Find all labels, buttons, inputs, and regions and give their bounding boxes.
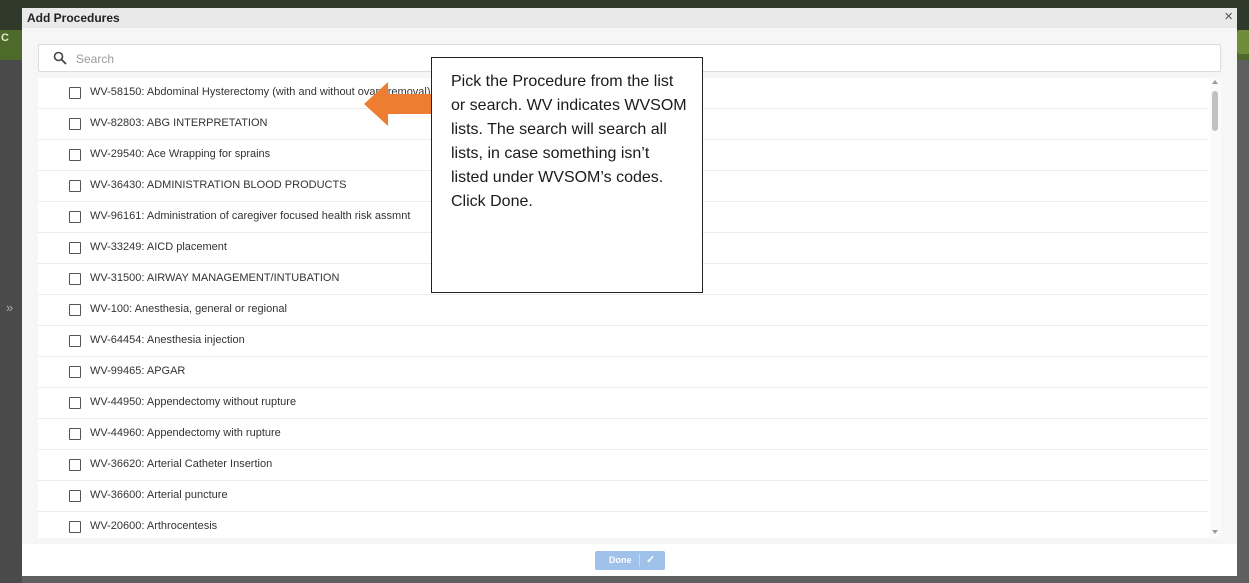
done-label: Done	[609, 555, 632, 565]
procedure-label: WV-99465: APGAR	[90, 365, 186, 377]
done-divider	[639, 554, 640, 567]
scroll-thumb[interactable]	[1212, 91, 1218, 131]
list-item[interactable]: WV-44950: Appendectomy without rupture	[38, 388, 1208, 419]
procedure-label: WV-33249: AICD placement	[90, 241, 227, 253]
dialog-title: Add Procedures	[27, 11, 120, 25]
checkbox[interactable]	[69, 335, 81, 347]
checkbox[interactable]	[69, 273, 81, 285]
app-sidebar	[0, 60, 22, 583]
done-button[interactable]: Done ✓	[595, 551, 665, 570]
procedure-label: WV-36620: Arterial Catheter Insertion	[90, 458, 273, 470]
checkbox[interactable]	[69, 428, 81, 440]
checkbox[interactable]	[69, 180, 81, 192]
procedure-label: WV-44950: Appendectomy without rupture	[90, 396, 297, 408]
annotation-text: Pick the Procedure from the list or sear…	[451, 73, 687, 210]
scroll-down-arrow-icon[interactable]	[1212, 530, 1218, 534]
checkbox[interactable]	[69, 242, 81, 254]
procedure-label: WV-64454: Anesthesia injection	[90, 334, 245, 346]
procedure-label: WV-36430: ADMINISTRATION BLOOD PRODUCTS	[90, 179, 347, 191]
procedure-label: WV-100: Anesthesia, general or regional	[90, 303, 287, 315]
procedure-label: WV-20600: Arthrocentesis	[90, 520, 218, 532]
procedure-label: WV-36600: Arterial puncture	[90, 489, 228, 501]
checkbox[interactable]	[69, 490, 81, 502]
procedure-label: WV-29540: Ace Wrapping for sprains	[90, 148, 271, 160]
list-item[interactable]: WV-99465: APGAR	[38, 357, 1208, 388]
checkbox[interactable]	[69, 397, 81, 409]
list-item[interactable]: WV-100: Anesthesia, general or regional	[38, 295, 1208, 326]
dialog-header: Add Procedures ×	[22, 8, 1237, 28]
checkbox[interactable]	[69, 118, 81, 130]
list-item[interactable]: WV-36600: Arterial puncture	[38, 481, 1208, 512]
checkmark-icon: ✓	[646, 554, 656, 566]
annotation-arrow	[364, 82, 432, 126]
procedure-label: WV-31500: AIRWAY MANAGEMENT/INTUBATION	[90, 272, 340, 284]
double-chevron-right-icon[interactable]: »	[6, 300, 13, 315]
procedure-label: WV-44960: Appendectomy with rupture	[90, 427, 281, 439]
checkbox[interactable]	[69, 304, 81, 316]
checkbox[interactable]	[69, 149, 81, 161]
annotation-callout: Pick the Procedure from the list or sear…	[431, 57, 703, 293]
list-item[interactable]: WV-36620: Arterial Catheter Insertion	[38, 450, 1208, 481]
checkbox[interactable]	[69, 521, 81, 533]
search-icon	[53, 51, 67, 65]
scroll-up-arrow-icon[interactable]	[1212, 80, 1218, 84]
app-sidebar-letter: C	[1, 32, 9, 44]
checkbox[interactable]	[69, 459, 81, 471]
list-item[interactable]: WV-20600: Arthrocentesis	[38, 512, 1208, 538]
list-item[interactable]: WV-44960: Appendectomy with rupture	[38, 419, 1208, 450]
procedure-label: WV-82803: ABG INTERPRETATION	[90, 117, 268, 129]
list-scrollbar[interactable]	[1210, 78, 1221, 538]
checkbox[interactable]	[69, 211, 81, 223]
checkbox[interactable]	[69, 366, 81, 378]
app-right-tab	[1237, 30, 1249, 54]
arrow-left-icon	[364, 82, 432, 126]
procedure-label: WV-96161: Administration of caregiver fo…	[90, 210, 411, 222]
dialog-footer: Done ✓	[22, 544, 1237, 576]
list-item[interactable]: WV-64454: Anesthesia injection	[38, 326, 1208, 357]
close-icon[interactable]: ×	[1224, 9, 1233, 25]
checkbox[interactable]	[69, 87, 81, 99]
